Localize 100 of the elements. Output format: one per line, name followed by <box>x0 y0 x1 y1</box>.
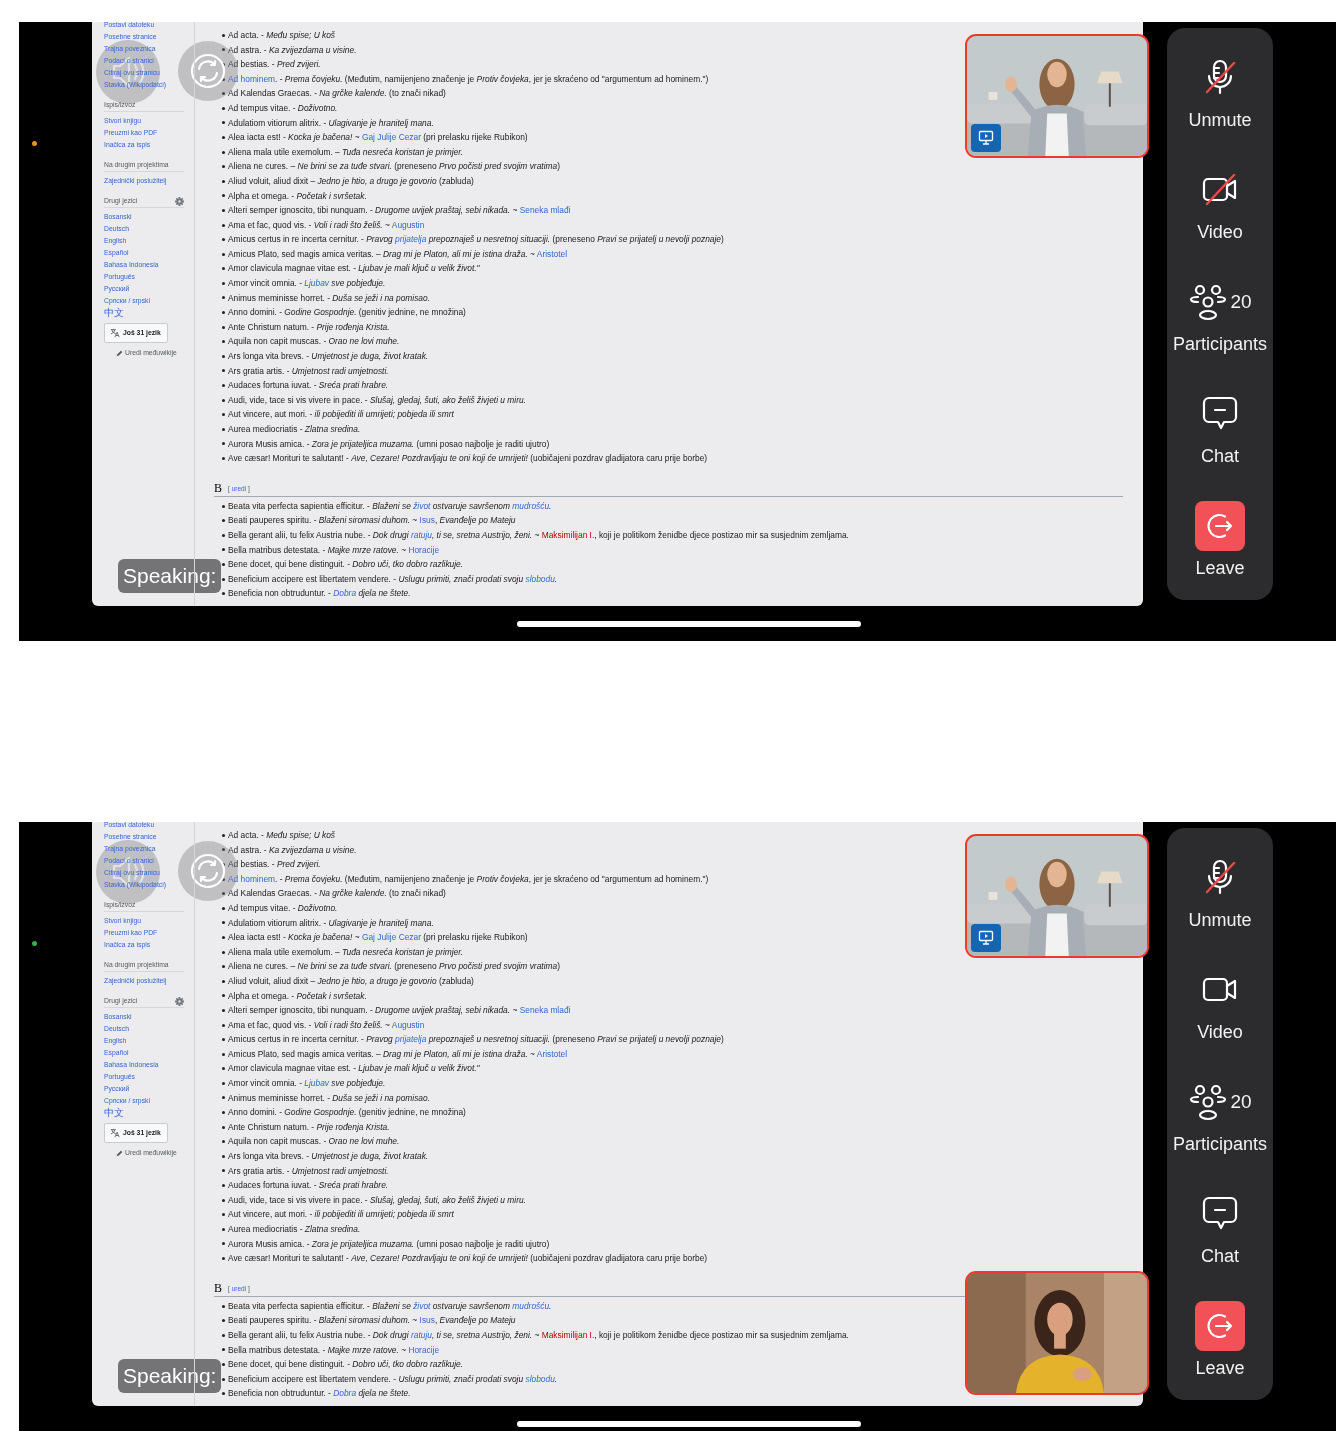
quote-text: Ante Christum natum. - Prije rođenja Krista. <box>228 320 390 334</box>
bullet-icon <box>222 311 225 315</box>
leave-button[interactable]: Leave <box>1195 500 1245 578</box>
quote-text: Ama et fac, quod vis. - Voli i radi što želiš. ~ Augustin <box>228 1018 425 1032</box>
quote-text: Beneficium accipere est libertatem vendere. - Uslugu primiti, znači prodati svoju slobodu. <box>228 1372 558 1386</box>
link[interactable]: Ad hominem <box>228 73 275 84</box>
link[interactable]: Augustin <box>391 219 425 230</box>
quote-text: Amicus Plato, sed magis amica veritas. – Drag mi je Platon, ali mi je istina draža. ~ Aristotel <box>228 1047 568 1061</box>
bullet-icon <box>222 519 225 523</box>
exit-icon <box>1195 1301 1245 1351</box>
quote-text: Beati pauperes spiritu. - Blaženi siromasi duhom. ~ Isus, Evanđelje po Mateju <box>228 1314 516 1327</box>
bullet-icon <box>222 1140 225 1144</box>
bullet-icon <box>222 384 225 388</box>
link[interactable]: Aristotel <box>536 1048 568 1059</box>
quote-text: Amicus certus in re incerta cernitur. - Pravog prijatelja prepoznaješ u nesretnoj situaciji. (preneseno Pravi se prijatelj u nevolji poznaje) <box>228 1033 724 1046</box>
bullet-icon <box>222 135 225 139</box>
video-button[interactable]: Video <box>1197 964 1243 1042</box>
link[interactable]: Ljubav <box>304 1078 329 1089</box>
link[interactable]: ratuju <box>410 1330 432 1340</box>
quote-text: Bella gerant alii, tu felix Austria nube. - Dok drugi ratuju, ti se, sretna Austrijo, ženi. ~ Maksimilijan I., koji je politikom ženidbe djece postizao mir sa susjednim zemljama. <box>228 1329 849 1342</box>
bullet-icon <box>222 281 225 285</box>
bullet-icon <box>222 398 225 402</box>
link[interactable]: Horacije <box>408 1344 440 1355</box>
link[interactable]: Seneka mlađi <box>519 205 571 216</box>
link[interactable]: Isus <box>419 515 435 526</box>
link[interactable]: Ad hominem <box>228 873 275 884</box>
link[interactable]: Gaj Julije Cezar <box>361 932 421 943</box>
quote-text: Bella gerant alii, tu felix Austria nube. - Dok drugi ratuju, ti se, sretna Austrijo, ženi. ~ Maksimilijan I., koji je politikom ženidbe djece postizao mir sa susjednim zemljama. <box>228 529 849 542</box>
link[interactable]: Dobra <box>333 1388 357 1399</box>
quote-text: Alteri semper ignoscito, tibi nunquam. - Drugome uvijek praštaj, sebi nikada. ~ Seneka mlađi <box>228 204 571 217</box>
bullet-icon <box>222 1304 225 1308</box>
quote-text: Amor vincit omnia. - Ljubav sve pobjeđuje. <box>228 1077 386 1090</box>
link[interactable]: prijatelja <box>395 1034 427 1045</box>
link[interactable]: ratuju <box>410 530 432 540</box>
bullet-icon <box>222 442 225 446</box>
quote-text: Bella matribus detestata. - Majke mrze ratove. ~ Horacije <box>228 1343 440 1357</box>
monitor-icon <box>978 930 994 946</box>
unmute-button[interactable]: Unmute <box>1188 52 1252 130</box>
bullet-icon <box>222 1363 225 1366</box>
bullet-icon <box>222 1213 225 1217</box>
bullet-icon <box>222 267 225 271</box>
quote-text: Bene docet, qui bene distinguit. - Dobro uči, tko dobro razlikuje. <box>228 558 464 571</box>
chat-button[interactable]: Chat <box>1200 1188 1240 1266</box>
quote-text: Amicus certus in re incerta cernitur. - Pravog prijatelja prepoznaješ u nesretnoj situaciji. (preneseno Pravi se prijatelj u nevolji poznaje) <box>228 233 724 246</box>
bullet-icon <box>222 369 225 373</box>
bullet-icon <box>222 833 225 837</box>
quote-text: Aliud voluit, aliud dixit – Jedno je htio, a drugo je govorio (zabluda) <box>228 174 474 188</box>
quote-text: Aquila non capit muscas. - Orao ne lovi muhe. <box>228 1135 400 1149</box>
bullet-icon <box>222 1096 225 1100</box>
bullet-icon <box>222 1242 225 1246</box>
link[interactable]: Seneka mlađi <box>519 1005 571 1016</box>
bullet-icon <box>222 1125 225 1129</box>
participants-button[interactable]: 20 Participants <box>1172 1076 1267 1154</box>
quote-text: Amor clavicula magnae vitae est. - Ljubav je mali ključ u velik život." <box>228 1062 480 1076</box>
quote-text: Aliena ne cures. – Ne brini se za tuđe stvari. (preneseno Prvo počisti pred svojim vratima) <box>228 960 560 973</box>
link[interactable]: prijatelja <box>395 234 427 245</box>
link[interactable]: Gaj Julije Cezar <box>361 132 421 143</box>
quote-text: Beneficia non obtruduntur. - Dobra djela ne štete. <box>228 1387 411 1400</box>
bullet-icon <box>222 121 225 125</box>
sidebar-link[interactable]: 中文 <box>104 1107 124 1119</box>
leave-button[interactable]: Leave <box>1195 1300 1245 1378</box>
bullet-icon <box>222 457 225 460</box>
link[interactable]: Dobra <box>333 588 357 599</box>
quote-text: Amicus Plato, sed magis amica veritas. – Drag mi je Platon, ali mi je istina draža. ~ Aristotel <box>228 247 568 261</box>
bullet-icon <box>222 48 225 52</box>
section-heading: B <box>214 1280 222 1295</box>
bullet-icon <box>222 1319 225 1323</box>
bullet-icon <box>222 563 225 566</box>
quote-text: Alteri semper ignoscito, tibi nunquam. - Drugome uvijek praštaj, sebi nikada. ~ Seneka mlađi <box>228 1004 571 1017</box>
bullet-icon <box>222 1023 225 1027</box>
bullet-icon <box>222 252 225 256</box>
quote-text: Aurora Musis amica. - Zora je prijateljica muzama. (umni posao najbolje je raditi ujutro) <box>228 1237 550 1251</box>
chat-button[interactable]: Chat <box>1200 388 1240 466</box>
link[interactable]: život <box>413 500 431 511</box>
bullet-icon <box>222 965 225 969</box>
quote-text: Bene docet, qui bene distinguit. - Dobro uči, tko dobro razlikuje. <box>228 1358 464 1371</box>
bullet-icon <box>222 1184 225 1188</box>
pencil-icon <box>116 349 123 357</box>
quote-text: Amor clavicula magnae vitae est. - Ljubav je mali ključ u velik život." <box>228 262 480 276</box>
quote-text: Ad Kalendas Graecas. - Na grčke kalende. (to znači nikad) <box>228 887 446 900</box>
quote-text: Ad tempus vitae. - Doživotno. <box>228 901 338 915</box>
bullet-icon <box>222 1377 225 1381</box>
video-button[interactable]: Video <box>1197 164 1243 242</box>
quote-text: Aliena mala utile exemolum. – Tuđa nesreća koristan je primjer. <box>228 145 464 159</box>
quote-text: Anno domini. - Godine Gospodnje. (genitiv jednine, ne množina) <box>228 306 466 319</box>
bullet-icon <box>222 194 225 198</box>
quote-text: Beati pauperes spiritu. - Blaženi siromasi duhom. ~ Isus, Evanđelje po Mateju <box>228 514 516 527</box>
link[interactable]: Horacije <box>408 544 440 555</box>
sidebar-link[interactable]: 中文 <box>104 307 124 319</box>
link[interactable]: Aristotel <box>536 248 568 259</box>
quote-text: Aurea mediocriatis - Zlatna sredina. <box>228 423 361 436</box>
unmute-button[interactable]: Unmute <box>1188 852 1252 930</box>
link[interactable]: Isus <box>419 1315 435 1326</box>
link[interactable]: život <box>413 1300 431 1311</box>
participants-button[interactable]: 20 Participants <box>1172 276 1267 354</box>
quote-text: Aliena mala utile exemolum. – Tuđa nesreća koristan je primjer. <box>228 945 464 959</box>
link[interactable]: Ljubav <box>304 278 329 289</box>
quote-text: Aliena ne cures. – Ne brini se za tuđe stvari. (preneseno Prvo počisti pred svojim vratima) <box>228 160 560 173</box>
link[interactable]: Augustin <box>391 1019 425 1030</box>
bullet-icon <box>222 504 225 508</box>
